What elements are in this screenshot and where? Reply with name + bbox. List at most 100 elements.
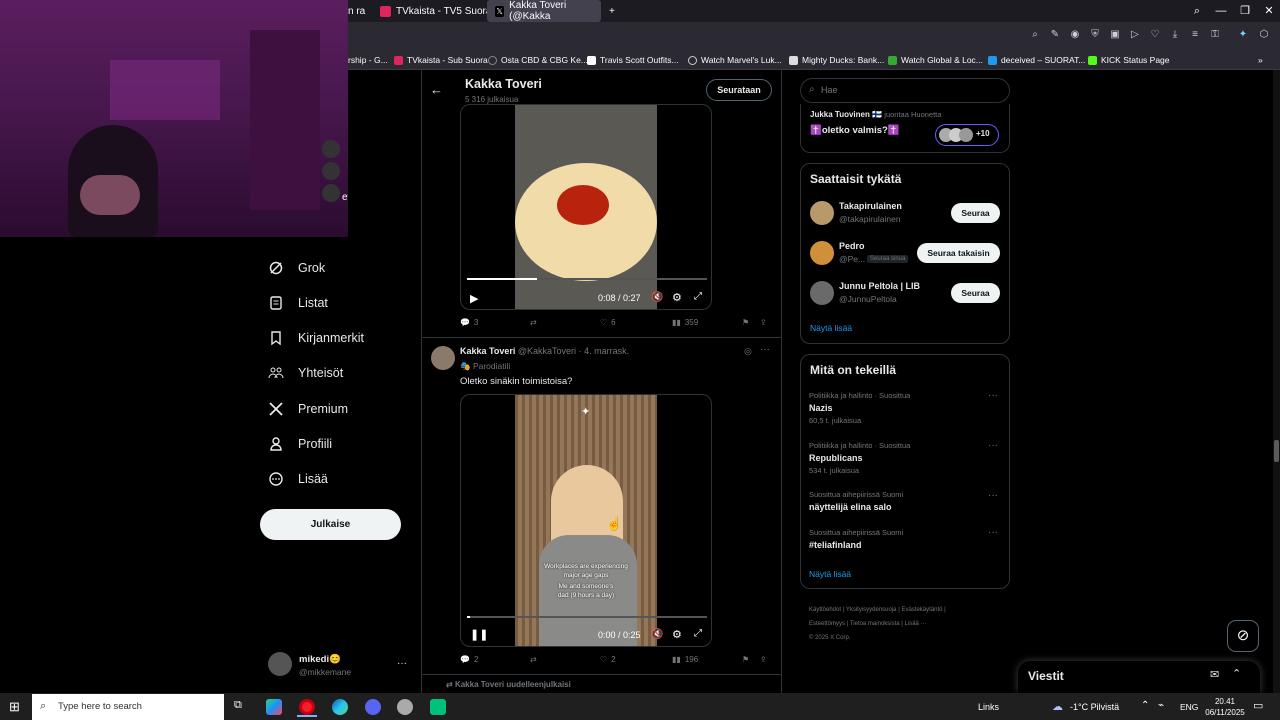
play-icon[interactable]: ▶ <box>470 292 478 305</box>
settings-gear-icon[interactable]: ⚙ <box>672 291 682 304</box>
grok-icon[interactable]: ◎ <box>744 346 752 357</box>
footer-link[interactable]: Esteettömyys <box>809 621 845 627</box>
back-arrow-icon[interactable]: ← <box>430 82 443 97</box>
trend-item[interactable]: Suosittua aihepiirissä Suomi #teliafinla… <box>809 528 903 550</box>
follow-button[interactable]: Seuraa <box>951 283 1000 303</box>
restore-button[interactable]: ❐ <box>1233 0 1257 22</box>
browser-tab-active[interactable]: 𝕏 Kakka Toveri (@Kakka <box>487 0 601 22</box>
user-name[interactable]: Pedro <box>839 241 865 251</box>
footer-link[interactable]: Tietoa mainoksista <box>850 621 900 627</box>
bookmark-item[interactable]: rship - G... <box>348 53 388 67</box>
video-player[interactable]: ▶ 0:08 / 0:27 🔇 ⚙ ⤢ <box>460 104 712 310</box>
trend-item[interactable]: Politiikka ja hallinto · Suosittua Repub… <box>809 441 910 475</box>
video-player[interactable]: ✦ Workplaces are experiencing major age … <box>460 394 712 647</box>
weather-text[interactable]: -1°C Pilvistä <box>1070 702 1119 712</box>
trend-more-icon[interactable]: ··· <box>988 527 998 538</box>
bookmark-item[interactable]: KICK Status Page <box>1088 53 1170 67</box>
opera-icon[interactable] <box>299 699 315 715</box>
user-name[interactable]: Takapirulainen <box>839 201 902 211</box>
settings-icon[interactable]: ⬡ <box>1258 29 1270 41</box>
avatar[interactable] <box>431 346 455 370</box>
user-name[interactable]: Junnu Peltola | LIB <box>839 281 920 291</box>
repost-button[interactable]: ⇄ <box>530 318 537 327</box>
bookmark-item[interactable]: Watch Marvel's Luk... <box>688 53 782 67</box>
trend-more-icon[interactable]: ··· <box>988 390 998 401</box>
bookmark-item[interactable]: Travis Scott Outfits... <box>587 53 679 67</box>
like-button[interactable]: ♡ 2 <box>600 655 616 664</box>
search-input[interactable]: ⌕ Hae <box>800 78 1010 103</box>
repost-button[interactable]: ⇄ <box>530 655 537 664</box>
bookmark-button[interactable]: ⚑ <box>742 318 749 327</box>
share-button[interactable]: ⇪ <box>760 655 767 664</box>
space-card[interactable]: Jukka Tuovinen 🇫🇮 juontaa Huonetta ✝️ole… <box>800 104 1010 153</box>
sidebar-item-profile[interactable]: Profiili <box>268 431 332 457</box>
scrollbar-thumb[interactable] <box>1274 440 1279 462</box>
fullscreen-icon[interactable]: ⤢ <box>694 291 702 302</box>
footer-link[interactable]: Yksityisyydensuoja <box>846 607 897 613</box>
post-button[interactable]: Julkaise <box>260 509 401 540</box>
fullscreen-icon[interactable]: ⤢ <box>694 628 702 639</box>
new-message-icon[interactable]: ✉ <box>1210 668 1219 681</box>
reply-button[interactable]: 💬 3 <box>460 318 478 327</box>
download-icon[interactable]: ⤓ <box>1169 29 1181 41</box>
video-progress-track[interactable] <box>467 616 707 618</box>
avatar[interactable] <box>810 201 834 225</box>
expand-icon[interactable]: ⌃ <box>1232 667 1241 680</box>
author-handle[interactable]: @KakkaToveri <box>518 346 576 356</box>
task-view-icon[interactable]: ⧉ <box>234 699 242 712</box>
follow-back-button[interactable]: Seuraa takaisin <box>917 243 1000 263</box>
bookmark-button[interactable]: ⚑ <box>742 655 749 664</box>
sidebar-item-communities[interactable]: Yhteisöt <box>268 360 343 386</box>
following-button[interactable]: Seurataan <box>706 79 772 101</box>
app-icon[interactable] <box>430 699 446 715</box>
tray-chevron-icon[interactable]: ⌃ <box>1141 700 1149 711</box>
views-button[interactable]: ▮▮ 359 <box>672 318 698 327</box>
bookmarks-overflow-icon[interactable]: » <box>1258 53 1263 67</box>
space-listeners[interactable]: +10 <box>935 124 999 146</box>
show-more-link[interactable]: Näytä lisää <box>810 323 852 333</box>
mute-icon[interactable]: 🔇 <box>651 629 663 640</box>
windows-start-icon[interactable]: ⊞ <box>9 699 20 715</box>
new-tab-button[interactable]: + <box>601 0 623 22</box>
settings-gear-icon[interactable]: ⚙ <box>672 628 682 641</box>
sidebar-item-bookmarks[interactable]: Kirjanmerkit <box>268 325 364 351</box>
lock-icon[interactable]: ⚿ <box>1209 29 1221 41</box>
account-more-icon[interactable]: ··· <box>397 658 407 669</box>
footer-link[interactable]: Evästekäytäntö <box>901 607 942 613</box>
grok-icon[interactable]: ⊘ <box>1227 620 1259 652</box>
sidebar-item-lists[interactable]: Listat <box>268 290 328 316</box>
post-more-icon[interactable]: ··· <box>760 344 770 355</box>
links-toolbar[interactable]: Links <box>978 702 999 712</box>
share-button[interactable]: ⇪ <box>760 318 767 327</box>
shield-icon[interactable]: ⛨ <box>1089 29 1101 41</box>
find-icon[interactable]: ⌕ <box>1029 29 1041 41</box>
trend-more-icon[interactable]: ··· <box>988 440 998 451</box>
camera-icon[interactable]: ◉ <box>1069 29 1081 41</box>
reply-button[interactable]: 💬 2 <box>460 655 478 664</box>
bookmark-item[interactable]: Watch Global & Loc... <box>888 53 983 67</box>
minimize-button[interactable]: — <box>1209 0 1233 22</box>
sidebar-item-grok[interactable]: Grok <box>268 255 325 281</box>
heart-icon[interactable]: ♡ <box>1149 29 1161 41</box>
sidebar-item-premium[interactable]: Premium <box>268 396 348 422</box>
discord-icon[interactable] <box>365 699 381 715</box>
avatar[interactable] <box>810 281 834 305</box>
bookmark-item[interactable]: TVkaista - Sub Suora <box>394 53 488 67</box>
mute-icon[interactable]: 🔇 <box>651 292 663 303</box>
bookmark-item[interactable]: Mighty Ducks: Bank... <box>789 53 884 67</box>
show-more-link[interactable]: Näytä lisää <box>809 569 851 579</box>
messages-drawer[interactable]: Viestit ✉ ⌃ <box>1018 661 1260 693</box>
trend-item[interactable]: Suosittua aihepiirissä Suomi näyttelijä … <box>809 490 903 512</box>
avatar[interactable] <box>810 241 834 265</box>
trend-more-icon[interactable]: ··· <box>988 490 998 501</box>
bookmark-item[interactable]: deceived – SUORAT... <box>988 53 1085 67</box>
copilot-icon[interactable] <box>266 699 282 715</box>
taskbar-search-input[interactable]: ⌕ Type here to search <box>32 694 224 720</box>
footer-link[interactable]: Lisää ··· <box>905 621 927 627</box>
bookmark-item[interactable]: Osta CBD & CBG Ke... <box>488 53 588 67</box>
steam-icon[interactable] <box>397 699 413 715</box>
language-indicator[interactable]: ENG <box>1180 702 1198 712</box>
box-icon[interactable]: ▣ <box>1109 29 1121 41</box>
network-icon[interactable]: ⌁ <box>1158 700 1164 711</box>
follow-button[interactable]: Seuraa <box>951 203 1000 223</box>
